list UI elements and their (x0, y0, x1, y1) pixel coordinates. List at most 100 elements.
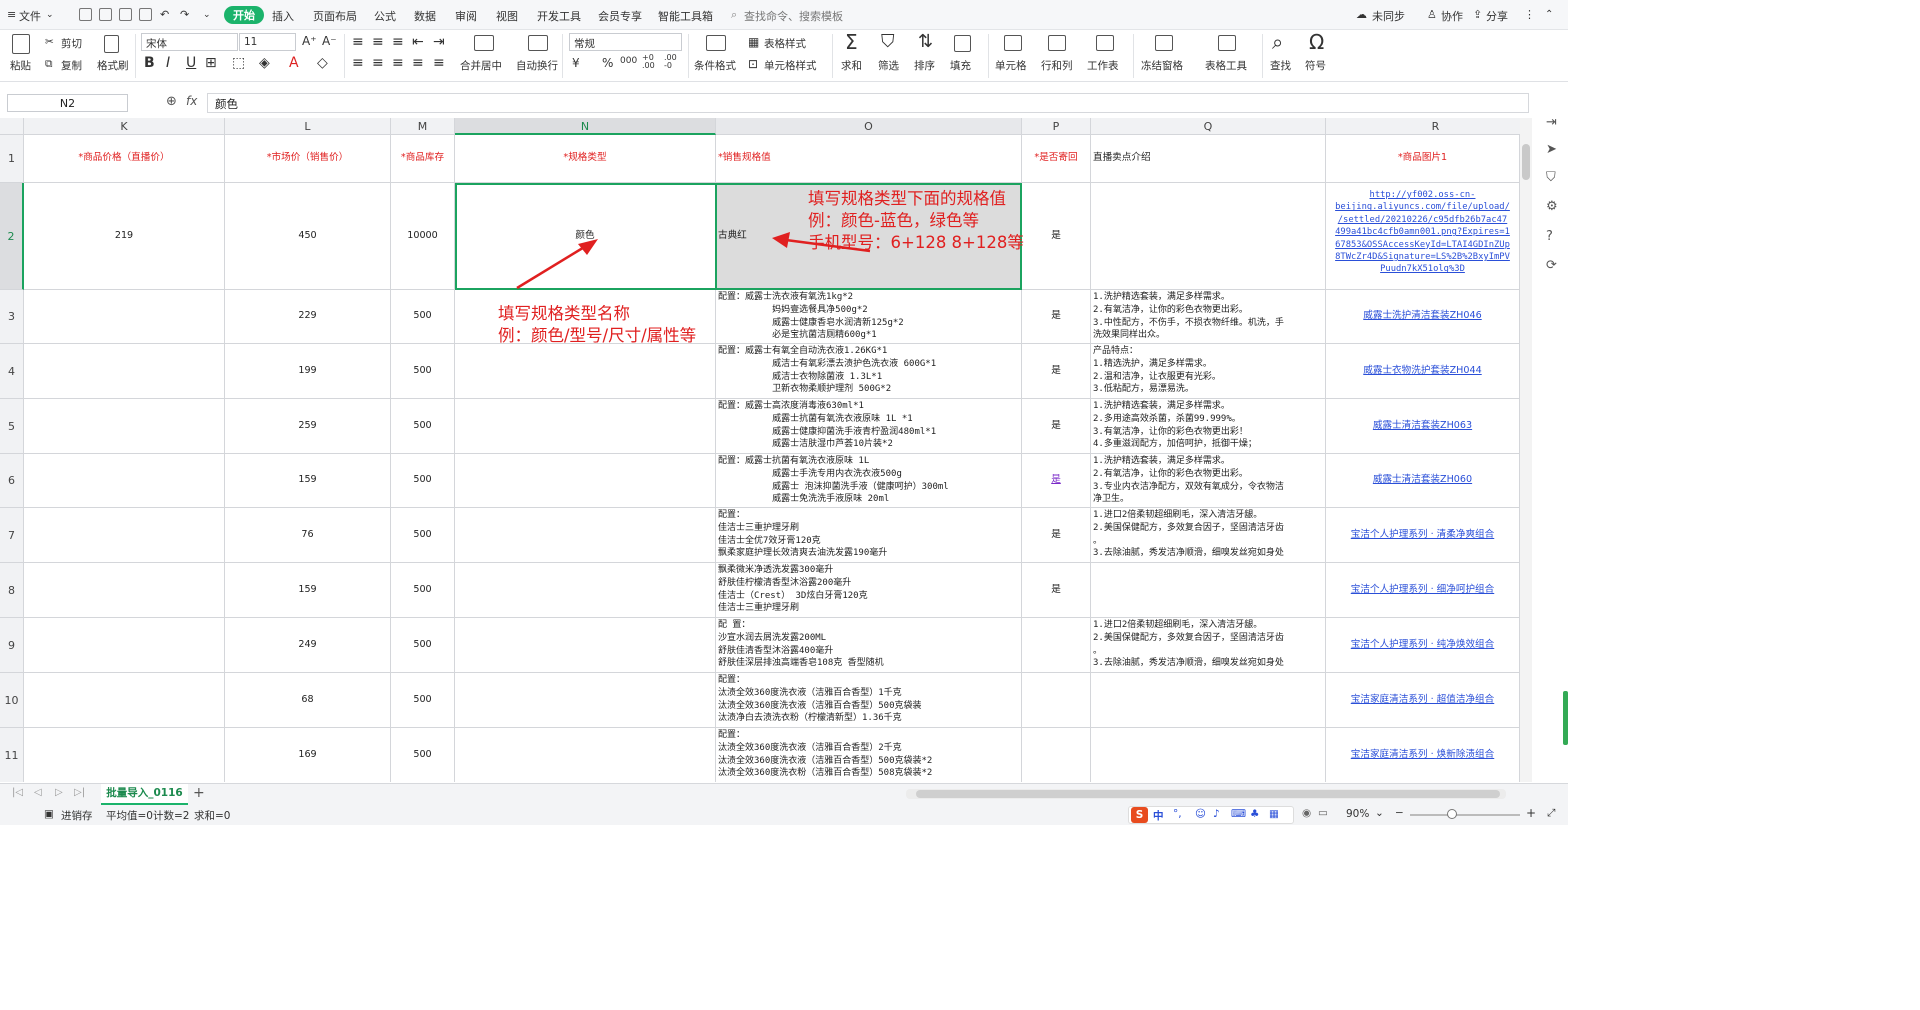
tab-view[interactable]: 视图 (496, 8, 518, 24)
cell-O6[interactable]: 配置：威露士抗菌有氧洗衣液原味 1L 威露士手洗专用内衣洗衣液500g 威露士 … (716, 454, 1022, 508)
fill-style-icon[interactable]: ⬚ (232, 55, 245, 71)
row-header-2[interactable]: 2 (0, 183, 24, 290)
cell-O7[interactable]: 配置： 佳洁士三重护理牙刷 佳洁士全优7效牙膏120克 飘柔家庭护理长效清爽去油… (716, 508, 1022, 563)
zoom-search-icon[interactable]: ⊕ (166, 94, 177, 109)
zoom-slider-thumb[interactable] (1447, 809, 1457, 819)
cell-K5[interactable] (24, 399, 225, 454)
align-left-icon[interactable]: ≡ (352, 55, 364, 71)
cell-N5[interactable] (455, 399, 716, 454)
cell-R8[interactable]: 宝洁个人护理系列 · 细净呵护组合 (1326, 563, 1520, 618)
cell-Q7[interactable]: 1.进口2倍柔韧超细刷毛，深入清洁牙龈。 2.美国保健配方，多效复合因子，坚固清… (1091, 508, 1326, 563)
cell-M2[interactable]: 10000 (391, 183, 455, 290)
cell-R9[interactable]: 宝洁个人护理系列 · 纯净焕效组合 (1326, 618, 1520, 673)
row-header-4[interactable]: 4 (0, 344, 24, 399)
cell-P10[interactable] (1022, 673, 1091, 728)
column-header-Q[interactable]: Q (1091, 118, 1326, 135)
copy-button[interactable]: 复制 (61, 58, 82, 73)
worksheet-button[interactable]: 工作表 (1087, 58, 1119, 73)
row-header-5[interactable]: 5 (0, 399, 24, 454)
cell-O3[interactable]: 配置：威露士洗衣液有氧洗1kg*2 妈妈壹选餐具净500g*2 威露士健康香皂水… (716, 290, 1022, 344)
formula-input[interactable]: 颜色 (207, 93, 1529, 113)
cell-P9[interactable] (1022, 618, 1091, 673)
table-style-button[interactable]: 表格样式 (764, 36, 806, 51)
cell-Q10[interactable] (1091, 673, 1326, 728)
redo-icon[interactable]: ↷ (180, 8, 189, 21)
cell-M9[interactable]: 500 (391, 618, 455, 673)
zoom-slider[interactable] (1410, 814, 1520, 816)
more-icon[interactable]: ⋮ (1524, 8, 1535, 21)
next-sheet-icon[interactable]: ▷ (55, 787, 63, 798)
cell-K4[interactable] (24, 344, 225, 399)
fill-button[interactable]: 填充 (950, 58, 971, 73)
cell-K10[interactable] (24, 673, 225, 728)
format-painter-button[interactable]: 格式刷 (97, 58, 129, 73)
indent-increase-icon[interactable]: ⇥ (433, 34, 445, 50)
vertical-scrollbar[interactable] (1520, 118, 1532, 782)
cell-N10[interactable] (455, 673, 716, 728)
cell-K11[interactable] (24, 728, 225, 782)
cell-R2[interactable]: http://yf002.oss-cn- beijing.aliyuncs.co… (1326, 183, 1520, 290)
sidebar-adjust-icon[interactable]: ⚙ (1546, 199, 1558, 214)
cell-O4[interactable]: 配置：威露士有氧全自动洗衣液1.26KG*1 威洁士有氧彩漂去渍护色洗衣液 60… (716, 344, 1022, 399)
undo-icon[interactable]: ↶ (160, 8, 169, 21)
borders-icon[interactable]: ⊞ (205, 55, 217, 71)
column-header-N[interactable]: N (455, 118, 716, 135)
row-header-6[interactable]: 6 (0, 454, 24, 508)
cell-Q11[interactable] (1091, 728, 1326, 782)
distributed-icon[interactable]: ≡ (433, 55, 445, 71)
header-cell-market-price[interactable]: *市场价（销售价） (225, 135, 391, 183)
hamburger-icon[interactable]: ≡ (7, 8, 16, 21)
clear-icon[interactable]: ◇ (317, 55, 328, 71)
name-box[interactable]: N2 (7, 94, 128, 112)
h-scroll-thumb[interactable] (916, 790, 1500, 798)
export-icon[interactable] (99, 8, 112, 21)
align-middle-icon[interactable]: ≡ (372, 34, 384, 50)
horizontal-scrollbar[interactable] (906, 789, 1506, 799)
sidebar-backup-icon[interactable]: ⟳ (1546, 258, 1557, 273)
cell-R5[interactable]: 威露士清洁套装ZH063 (1326, 399, 1520, 454)
cell-M6[interactable]: 500 (391, 454, 455, 508)
cell-L11[interactable]: 169 (225, 728, 391, 782)
last-sheet-icon[interactable]: ▷| (74, 787, 85, 798)
cell-P2[interactable]: 是 (1022, 183, 1091, 290)
header-cell-selling-points[interactable]: 直播卖点介绍 (1091, 135, 1326, 183)
column-header-R[interactable]: R (1326, 118, 1520, 135)
row-header-1[interactable]: 1 (0, 135, 24, 183)
row-header-3[interactable]: 3 (0, 290, 24, 344)
scroll-thumb[interactable] (1522, 144, 1530, 180)
fx-icon[interactable]: fx (186, 94, 197, 108)
paste-icon[interactable] (12, 34, 30, 54)
row-col-button[interactable]: 行和列 (1041, 58, 1073, 73)
underline-button[interactable]: U (186, 55, 196, 71)
cell-P8[interactable]: 是 (1022, 563, 1091, 618)
cell-M7[interactable]: 500 (391, 508, 455, 563)
ime-voice-icon[interactable]: ♪ (1213, 808, 1220, 820)
cell-N4[interactable] (455, 344, 716, 399)
font-color-icon[interactable]: A (289, 55, 299, 71)
cell-L7[interactable]: 76 (225, 508, 391, 563)
row-header-10[interactable]: 10 (0, 673, 24, 728)
cell-Q4[interactable]: 产品特点： 1.精选洗护，满足多样需求。 2.温和洁净，让衣服更有光彩。 3.低… (1091, 344, 1326, 399)
first-sheet-icon[interactable]: |◁ (12, 787, 23, 798)
align-center-icon[interactable]: ≡ (372, 55, 384, 71)
cell-L6[interactable]: 159 (225, 454, 391, 508)
cell-K6[interactable] (24, 454, 225, 508)
collab-button[interactable]: 协作 (1441, 8, 1463, 24)
row-header-8[interactable]: 8 (0, 563, 24, 618)
cell-M11[interactable]: 500 (391, 728, 455, 782)
filter-button[interactable]: 筛选 (878, 58, 899, 73)
cell-N7[interactable] (455, 508, 716, 563)
conditional-format-button[interactable]: 条件格式 (694, 58, 736, 73)
tab-developer[interactable]: 开发工具 (537, 8, 581, 24)
ime-logo-icon[interactable]: S (1131, 807, 1148, 823)
quick-access-more-icon[interactable]: ⌄ (203, 10, 211, 20)
cell-M5[interactable]: 500 (391, 399, 455, 454)
row-header-7[interactable]: 7 (0, 508, 24, 563)
cell-N8[interactable] (455, 563, 716, 618)
chevron-down-icon[interactable]: ⌄ (46, 10, 54, 20)
tab-smart-toolbox[interactable]: 智能工具箱 (658, 8, 713, 24)
column-header-M[interactable]: M (391, 118, 455, 135)
zoom-level[interactable]: 90% (1346, 808, 1369, 820)
cut-button[interactable]: 剪切 (61, 36, 82, 51)
cell-P3[interactable]: 是 (1022, 290, 1091, 344)
